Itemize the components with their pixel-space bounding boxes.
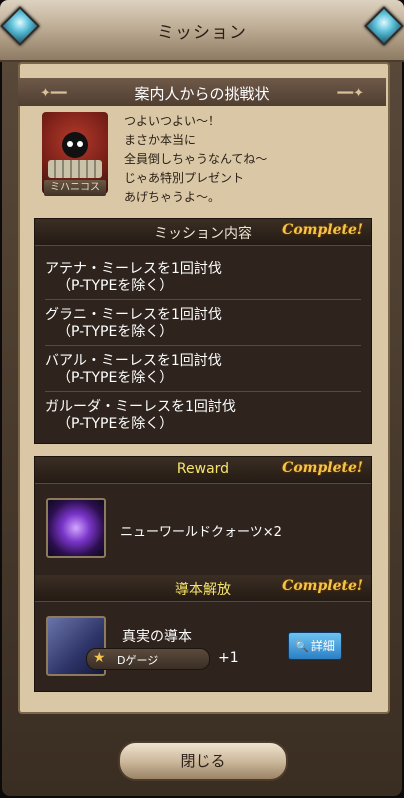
challenge-title: 案内人からの挑戦状 bbox=[134, 85, 270, 103]
character-face bbox=[62, 132, 88, 158]
ornament-icon: ━━✦ bbox=[337, 86, 364, 101]
complete-badge: Complete! bbox=[282, 222, 363, 238]
speech-line: つよいつよい〜！ bbox=[124, 114, 221, 128]
challenge-banner: ✦━━ 案内人からの挑戦状 ━━✦ bbox=[18, 78, 386, 106]
gauge-bonus: +1 bbox=[218, 650, 239, 666]
complete-badge: Complete! bbox=[282, 578, 363, 594]
star-icon: ★ bbox=[93, 650, 106, 666]
d-gauge-badge: ★ Dゲージ bbox=[86, 648, 210, 670]
detail-button[interactable]: 🔍 詳細 bbox=[288, 632, 342, 660]
mission-item: アテナ・ミーレスを1回討伐 （P-TYPEを除く） bbox=[45, 261, 222, 294]
divider bbox=[45, 391, 361, 392]
close-button[interactable]: 閉じる bbox=[118, 741, 288, 781]
speech-line: じゃあ特別プレゼント bbox=[124, 171, 245, 185]
popup-title: ミッション bbox=[157, 23, 247, 43]
unlock-header: 導本解放 Complete! bbox=[35, 575, 371, 602]
character-collar bbox=[48, 160, 102, 178]
divider bbox=[45, 299, 361, 300]
reward-item-name: ニューワールドクォーツ×2 bbox=[120, 525, 282, 540]
mission-content-box: ミッション内容 Complete! アテナ・ミーレスを1回討伐 （P-TYPEを… bbox=[34, 218, 372, 444]
character-nameplate: ミハニコス bbox=[44, 180, 106, 196]
popup-header: ミッション bbox=[0, 0, 404, 62]
magnifier-icon: 🔍 bbox=[295, 640, 309, 653]
unlock-item-name: 真実の導本 bbox=[122, 629, 192, 645]
mission-item: ガルーダ・ミーレスを1回討伐 （P-TYPEを除く） bbox=[45, 399, 236, 432]
mission-content-header: ミッション内容 Complete! bbox=[35, 219, 371, 246]
reward-header: Reward Complete! bbox=[35, 457, 371, 484]
gauge-label: Dゲージ bbox=[117, 654, 159, 667]
speech-line: まさか本当に bbox=[124, 133, 197, 147]
complete-badge: Complete! bbox=[282, 460, 363, 476]
mission-item: グラニ・ミーレスを1回討伐 （P-TYPEを除く） bbox=[45, 307, 222, 340]
mission-item: バアル・ミーレスを1回討伐 （P-TYPEを除く） bbox=[45, 353, 222, 386]
crystal-icon bbox=[46, 498, 106, 558]
speech-line: あげちゃうよ〜。 bbox=[124, 190, 221, 204]
character-speech: つよいつよい〜！ まさか本当に 全員倒しちゃうなんてね〜 じゃあ特別プレゼント … bbox=[124, 112, 374, 207]
divider bbox=[45, 345, 361, 346]
speech-line: 全員倒しちゃうなんてね〜 bbox=[124, 152, 268, 166]
